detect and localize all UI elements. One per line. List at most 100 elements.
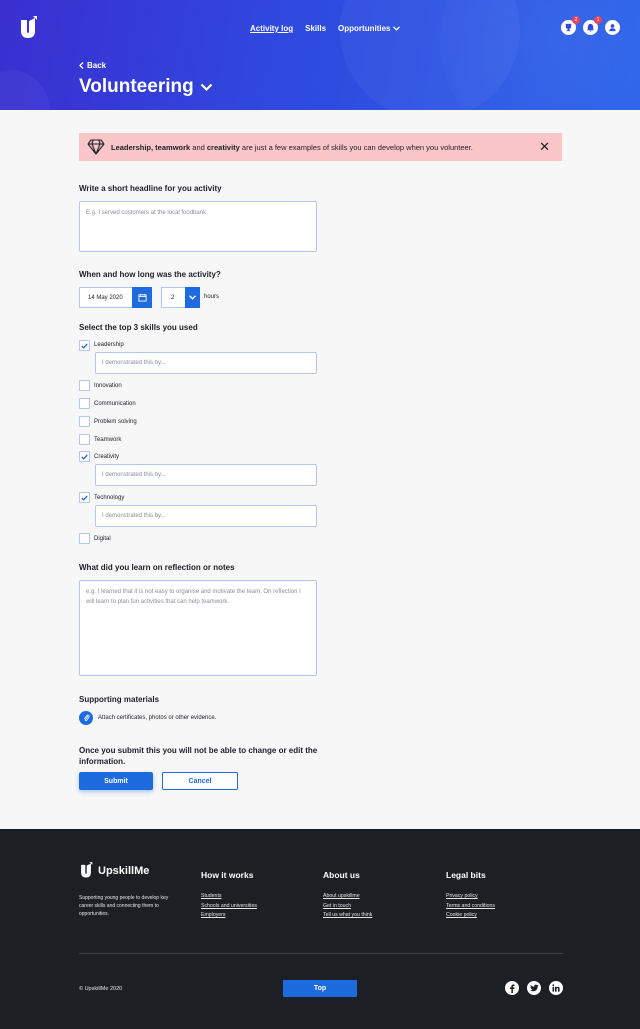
footer-link-cookies[interactable]: Cookie policy — [446, 912, 495, 918]
activity-type-select[interactable]: Volunteering — [79, 76, 213, 98]
alert-bold-2: creativity — [206, 142, 240, 152]
cancel-button[interactable]: Cancel — [162, 772, 238, 790]
user-icon — [609, 24, 616, 32]
footer-brand: UpskillMe — [98, 864, 150, 877]
info-alert: Leadership, teamwork and creativity are … — [79, 133, 562, 161]
hero-header: Activity log Skills Opportunities 2 1 Ba… — [0, 0, 640, 110]
main-nav: Activity log Skills Opportunities — [250, 24, 401, 33]
trophy-icon — [565, 23, 572, 32]
back-link[interactable]: Back — [79, 61, 106, 70]
footer-link-privacy[interactable]: Privacy policy — [446, 893, 495, 899]
footer-link-feedback[interactable]: Tell us what you think — [323, 912, 372, 918]
submit-warning: Once you submit this you will not be abl… — [79, 746, 318, 766]
calendar-icon — [137, 293, 147, 302]
footer-link-about[interactable]: About upskillme — [323, 893, 372, 899]
reflection-label: What did you learn on reflection or note… — [79, 563, 235, 572]
checkbox-innovation[interactable] — [79, 380, 90, 391]
checkbox-teamwork[interactable] — [79, 434, 90, 445]
social-links — [505, 981, 563, 995]
headline-input[interactable]: E.g. I served customers at the local foo… — [79, 201, 317, 252]
diamond-icon — [87, 139, 105, 155]
check-icon — [81, 495, 88, 501]
alert-bold-1: Leadership, teamwork — [111, 142, 191, 152]
notifications-badge: 1 — [594, 16, 602, 24]
chevron-down-icon — [393, 26, 401, 31]
checkbox-leadership[interactable] — [79, 340, 90, 351]
checkbox-creativity[interactable] — [79, 451, 90, 462]
check-icon — [81, 343, 88, 349]
page-title: Volunteering — [79, 76, 194, 97]
footer-col-title: About us — [323, 870, 360, 880]
checkbox-communication[interactable] — [79, 398, 90, 409]
hours-select[interactable]: 2 — [161, 287, 200, 308]
technology-evidence-placeholder: I demonstrated this by... — [102, 513, 166, 519]
footer-link-students[interactable]: Students — [201, 893, 257, 899]
nav-opportunities[interactable]: Opportunities — [338, 24, 401, 33]
chevron-down-icon — [200, 83, 212, 91]
check-icon — [81, 454, 88, 460]
skill-label-digital: Digital — [94, 536, 111, 542]
footer-col-about-us: About us About upskillme Get in touch Te… — [323, 870, 372, 922]
headline-label: Write a short headline for you activity — [79, 184, 222, 193]
checkbox-problem-solving[interactable] — [79, 416, 90, 427]
attach-label: Attach certificates, photos or other evi… — [98, 715, 217, 721]
hours-dropdown-button[interactable] — [185, 287, 200, 308]
footer-col-title: How it works — [201, 870, 254, 880]
leadership-evidence-input[interactable]: I demonstrated this by... — [95, 352, 317, 374]
technology-evidence-input[interactable]: I demonstrated this by... — [95, 505, 317, 527]
paperclip-icon — [83, 714, 90, 722]
back-to-top-button[interactable]: Top — [283, 980, 357, 997]
alert-and: and — [190, 142, 207, 152]
footer: UpskillMe Supporting young people to dev… — [0, 829, 640, 1029]
hours-value: 2 — [171, 294, 175, 301]
close-icon[interactable]: ✕ — [539, 140, 550, 153]
header-icons: 2 1 — [561, 16, 620, 35]
checkbox-technology[interactable] — [79, 492, 90, 503]
skill-label-creativity: Creativity — [94, 454, 120, 460]
reflection-input[interactable]: e.g. I learned that it is not easy to or… — [79, 580, 317, 676]
footer-link-contact[interactable]: Get in touch — [323, 903, 372, 909]
leadership-evidence-placeholder: I demonstrated this by... — [102, 360, 166, 366]
submit-button[interactable]: Submit — [79, 772, 153, 790]
calendar-button[interactable] — [132, 287, 152, 308]
footer-link-schools[interactable]: Schools and universities — [201, 903, 257, 909]
footer-col-title: Legal bits — [446, 870, 486, 880]
skill-label-leadership: Leadership — [94, 342, 124, 348]
footer-col-how-it-works: How it works Students Schools and univer… — [201, 870, 257, 922]
footer-link-employers[interactable]: Employers — [201, 912, 257, 918]
nav-skills[interactable]: Skills — [305, 24, 326, 33]
linkedin-icon[interactable] — [549, 981, 563, 995]
creativity-evidence-input[interactable]: I demonstrated this by... — [95, 464, 317, 486]
date-picker[interactable]: 14 May 2020 — [79, 287, 152, 308]
footer-link-terms[interactable]: Terms and conditions — [446, 903, 495, 909]
skill-label-teamwork: Teamwork — [94, 437, 122, 443]
bell-icon — [586, 23, 595, 32]
notifications-button[interactable]: 1 — [583, 16, 602, 35]
rewards-badge: 2 — [572, 16, 580, 24]
rewards-button[interactable]: 2 — [561, 16, 580, 35]
creativity-evidence-placeholder: I demonstrated this by... — [102, 472, 166, 478]
facebook-icon[interactable] — [505, 981, 519, 995]
nav-activity-log[interactable]: Activity log — [250, 24, 293, 33]
skills-label: Select the top 3 skills you used — [79, 323, 198, 332]
skill-label-communication: Communication — [94, 401, 136, 407]
footer-tagline: Supporting young people to develop key c… — [79, 895, 169, 917]
profile-button[interactable] — [605, 20, 620, 35]
twitter-icon[interactable] — [527, 981, 541, 995]
upskillme-logo[interactable] — [18, 16, 38, 40]
supporting-label: Supporting materials — [79, 695, 160, 704]
back-label: Back — [87, 61, 107, 70]
attach-button[interactable] — [79, 711, 93, 725]
footer-divider — [79, 953, 563, 954]
checkbox-digital[interactable] — [79, 533, 90, 544]
alert-text: Leadership, teamwork and creativity are … — [111, 143, 473, 152]
date-value: 14 May 2020 — [88, 294, 123, 301]
alert-rest: are just a few examples of skills you ca… — [239, 142, 473, 152]
skill-label-technology: Technology — [94, 495, 125, 501]
copyright: © UpskillMe 2020 — [79, 986, 123, 992]
skill-label-innovation: Innovation — [94, 383, 122, 389]
upskillme-logo-icon — [81, 862, 93, 878]
hours-label: hours — [204, 294, 220, 300]
chevron-left-icon — [79, 62, 84, 69]
footer-logo[interactable]: UpskillMe — [79, 862, 149, 879]
